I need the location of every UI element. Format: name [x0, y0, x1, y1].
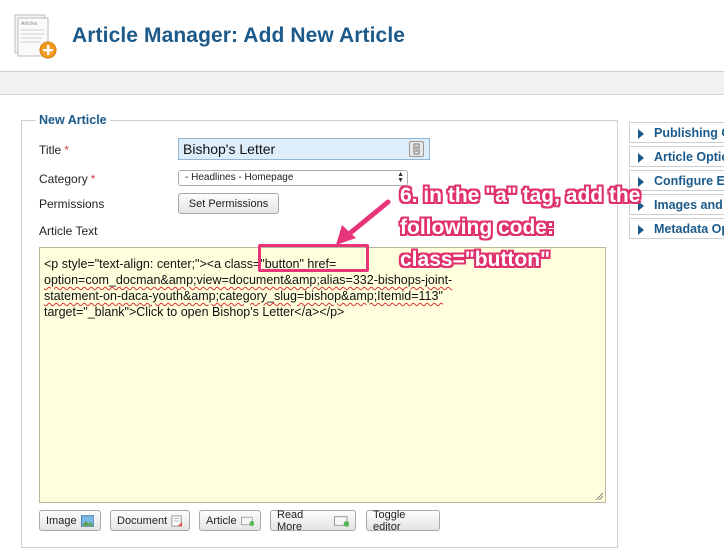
category-select[interactable]: - Headlines - Homepage ▲ ▼ — [178, 170, 408, 186]
title-label: Title * — [39, 143, 69, 157]
annotation-line: following code: — [400, 216, 554, 239]
article-text-label: Article Text — [39, 224, 98, 238]
category-label-text: Category — [39, 172, 88, 186]
autofill-icon[interactable] — [409, 141, 424, 157]
article-button-label: Article — [206, 514, 237, 527]
image-button-label: Image — [46, 514, 77, 527]
title-label-text: Title — [39, 143, 62, 157]
toggle-editor-button[interactable]: Toggle editor — [366, 509, 440, 533]
expand-arrow-icon — [638, 129, 644, 139]
article-add-icon: Articles — [14, 14, 57, 59]
article-text-editor[interactable]: <p style="text-align: center;"><a class=… — [39, 247, 606, 503]
slider-article-options[interactable]: Article Options — [629, 146, 724, 167]
document-button[interactable]: Document — [110, 510, 190, 531]
permissions-label: Permissions — [39, 197, 105, 211]
set-permissions-button[interactable]: Set Permissions — [178, 193, 279, 214]
editor-line: target="_blank">Click to open Bishop's L… — [44, 305, 345, 319]
page-header: Articles Article Manager: Add New Articl… — [0, 0, 724, 72]
title-input[interactable] — [178, 138, 430, 160]
editor-line: statement-on-daca-youth&amp;category_slu… — [44, 289, 443, 303]
annotation-line: class="button" — [400, 248, 551, 271]
read-more-button[interactable]: Read More — [270, 508, 356, 533]
category-select-value: - Headlines - Homepage — [185, 172, 294, 183]
document-icon — [171, 514, 183, 527]
expand-arrow-icon — [638, 153, 644, 163]
editor-text: <p style="text-align: center;"><a — [44, 257, 225, 271]
required-star: * — [90, 172, 96, 186]
annotation-highlight-box — [258, 244, 369, 272]
slider-publishing-options[interactable]: Publishing Options — [629, 122, 724, 143]
annotation-callout: 6. in the "a" tag, add the following cod… — [400, 182, 700, 274]
category-label: Category * — [39, 172, 95, 186]
slider-label: Article Options — [654, 150, 724, 164]
slider-label: Publishing Options — [654, 126, 724, 140]
read-more-icon — [333, 515, 349, 527]
article-icon — [240, 516, 254, 526]
document-button-label: Document — [117, 514, 168, 527]
image-button[interactable]: Image — [39, 510, 101, 531]
article-button[interactable]: Article — [199, 510, 261, 531]
editor-line: option=com_docman&amp;view=document&amp;… — [44, 273, 453, 287]
annotation-line: 6. in the "a" tag, add the — [400, 184, 641, 207]
resize-grip-icon[interactable] — [595, 492, 603, 500]
fieldset-legend: New Article — [36, 113, 110, 127]
read-more-button-label: Read More — [277, 508, 304, 533]
svg-text:Articles: Articles — [21, 21, 38, 27]
image-icon — [80, 514, 94, 527]
required-star: * — [64, 143, 69, 157]
page-title: Article Manager: Add New Article — [72, 24, 406, 47]
